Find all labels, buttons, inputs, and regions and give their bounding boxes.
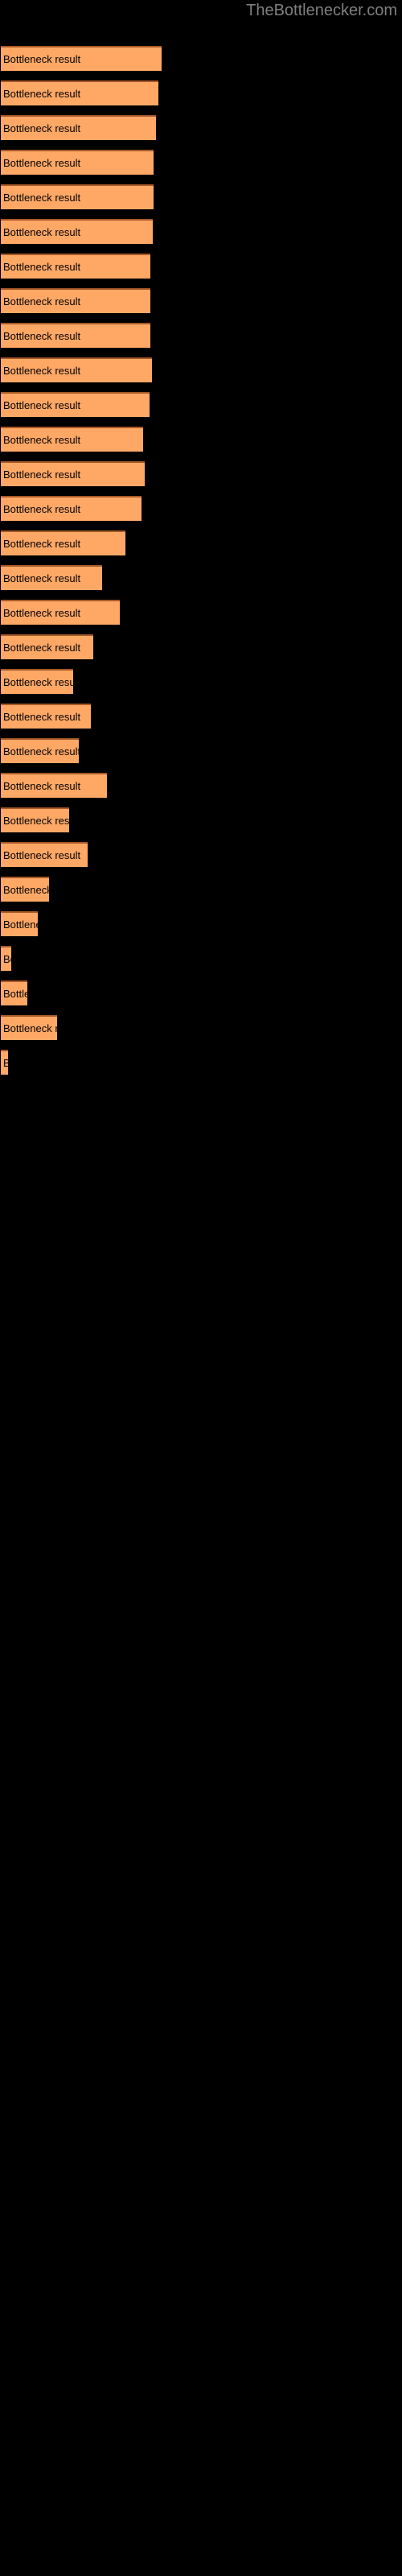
bar-label: Bottleneck result — [3, 711, 81, 723]
bar-label: Bottleneck result — [3, 503, 81, 515]
bar-bottleneck-result[interactable]: Bottleneck result — [1, 357, 152, 382]
bar-row: Bottleneck result — [0, 704, 402, 729]
bar-bottleneck-result[interactable]: Bottleneck result — [1, 1015, 57, 1040]
bar-bottleneck-result[interactable]: Bottleneck result — [1, 496, 142, 521]
bar-row: Bottleneck result — [0, 669, 402, 694]
bar-bottleneck-result[interactable]: Bottleneck result — [1, 704, 91, 729]
bar-label: Bottleneck result — [3, 953, 11, 965]
bar-bottleneck-result[interactable]: Bottleneck result — [1, 288, 150, 313]
bar-bottleneck-result[interactable]: Bottleneck result — [1, 530, 125, 555]
bar-row: Bottleneck result — [0, 946, 402, 971]
bar-label: Bottleneck result — [3, 988, 27, 1000]
bar-list: Bottleneck result Bottleneck result Bottle… — [0, 0, 402, 2576]
bar-bottleneck-result[interactable]: Bottleneck result — [1, 184, 154, 209]
bar-row: Bottleneck result — [0, 219, 402, 244]
bar-label: Bottleneck result — [3, 1022, 57, 1034]
bar-row: Bottleneck result — [0, 46, 402, 71]
bar-label: Bottleneck result — [3, 849, 81, 861]
bar-bottleneck-result[interactable]: Bottleneck result — [1, 807, 69, 832]
bar-row: Bottleneck result — [0, 530, 402, 555]
bar-bottleneck-result[interactable]: Bottleneck result — [1, 773, 107, 798]
bar-row: Bottleneck result — [0, 496, 402, 521]
bar-bottleneck-result[interactable]: Bottleneck result — [1, 877, 49, 902]
bar-label: Bottleneck result — [3, 88, 81, 100]
bar-label: Bottleneck result — [3, 330, 81, 342]
bar-bottleneck-result[interactable]: Bottleneck result — [1, 46, 162, 71]
bar-label: Bottleneck result — [3, 538, 81, 550]
bar-row: Bottleneck result — [0, 738, 402, 763]
bar-bottleneck-result[interactable]: Bottleneck result — [1, 115, 156, 140]
bar-bottleneck-result[interactable]: Bottleneck result — [1, 80, 158, 105]
bar-row: Bottleneck result — [0, 911, 402, 936]
bar-row: Bottleneck result — [0, 600, 402, 625]
bottleneck-chart: TheBottlenecker.com Bottleneck result Bot… — [0, 0, 402, 2576]
bar-label: Bottleneck result — [3, 399, 81, 411]
bar-label: Bottleneck result — [3, 53, 81, 65]
bar-row: Bottleneck result — [0, 807, 402, 832]
bar-row: Bottleneck result — [0, 392, 402, 417]
bar-row: Bottleneck result — [0, 357, 402, 382]
bar-row: Bottleneck result — [0, 80, 402, 105]
bar-bottleneck-result[interactable]: Bottleneck result — [1, 669, 73, 694]
bar-bottleneck-result[interactable]: Bottleneck result — [1, 461, 145, 486]
bar-row: Bottleneck result — [0, 461, 402, 486]
bar-label: Bottleneck result — [3, 607, 81, 619]
bar-label: Bottleneck result — [3, 469, 81, 481]
bar-label: Bottleneck result — [3, 780, 81, 792]
bar-label: Bottleneck result — [3, 676, 73, 688]
bar-bottleneck-result[interactable]: Bottleneck result — [1, 911, 38, 936]
bar-bottleneck-result[interactable]: Bottleneck result — [1, 842, 88, 867]
bar-row: Bottleneck result — [0, 565, 402, 590]
bar-row: Bottleneck result — [0, 842, 402, 867]
bar-bottleneck-result[interactable]: Bottleneck result — [1, 600, 120, 625]
bar-bottleneck-result[interactable]: Bottleneck result — [1, 980, 27, 1005]
bar-row: Bottleneck result — [0, 1050, 402, 1075]
bar-label: Bottleneck result — [3, 815, 69, 827]
bar-label: Bottleneck result — [3, 1051, 8, 1075]
bar-row: Bottleneck result — [0, 980, 402, 1005]
bar-bottleneck-result[interactable]: Bottleneck result — [1, 427, 143, 452]
bar-bottleneck-result[interactable]: Bottleneck result — [1, 254, 150, 279]
bar-row: Bottleneck result — [0, 184, 402, 209]
bar-label: Bottleneck result — [3, 122, 81, 134]
bar-label: Bottleneck result — [3, 745, 79, 758]
bar-row: Bottleneck result — [0, 1015, 402, 1040]
bar-label: Bottleneck result — [3, 226, 81, 238]
bar-label: Bottleneck result — [3, 434, 81, 446]
bar-row: Bottleneck result — [0, 773, 402, 798]
bar-label: Bottleneck result — [3, 572, 81, 584]
bar-bottleneck-result[interactable]: Bottleneck result — [1, 738, 79, 763]
bar-bottleneck-result[interactable]: Bottleneck result — [1, 565, 102, 590]
bar-bottleneck-result[interactable]: Bottleneck result — [1, 946, 11, 971]
bar-bottleneck-result[interactable]: Bottleneck result — [1, 150, 154, 175]
bar-bottleneck-result[interactable]: Bottleneck result — [1, 323, 150, 348]
bar-row: Bottleneck result — [0, 877, 402, 902]
bar-label: Bottleneck result — [3, 157, 81, 169]
bar-label: Bottleneck result — [3, 642, 81, 654]
bar-label: Bottleneck result — [3, 884, 49, 896]
bar-label: Bottleneck result — [3, 365, 81, 377]
bar-label: Bottleneck result — [3, 295, 81, 308]
bar-row: Bottleneck result — [0, 634, 402, 659]
bar-row: Bottleneck result — [0, 323, 402, 348]
bar-row: Bottleneck result — [0, 254, 402, 279]
bar-row: Bottleneck result — [0, 150, 402, 175]
bar-bottleneck-result[interactable]: Bottleneck result — [1, 392, 150, 417]
bar-label: Bottleneck result — [3, 919, 38, 931]
bar-bottleneck-result[interactable]: Bottleneck result — [1, 634, 93, 659]
bar-row: Bottleneck result — [0, 427, 402, 452]
bar-label: Bottleneck result — [3, 261, 81, 273]
bar-row: Bottleneck result — [0, 288, 402, 313]
bar-bottleneck-result[interactable]: Bottleneck result — [1, 219, 153, 244]
bar-label: Bottleneck result — [3, 192, 81, 204]
bar-bottleneck-result[interactable]: Bottleneck result — [1, 1050, 8, 1075]
bar-row: Bottleneck result — [0, 115, 402, 140]
